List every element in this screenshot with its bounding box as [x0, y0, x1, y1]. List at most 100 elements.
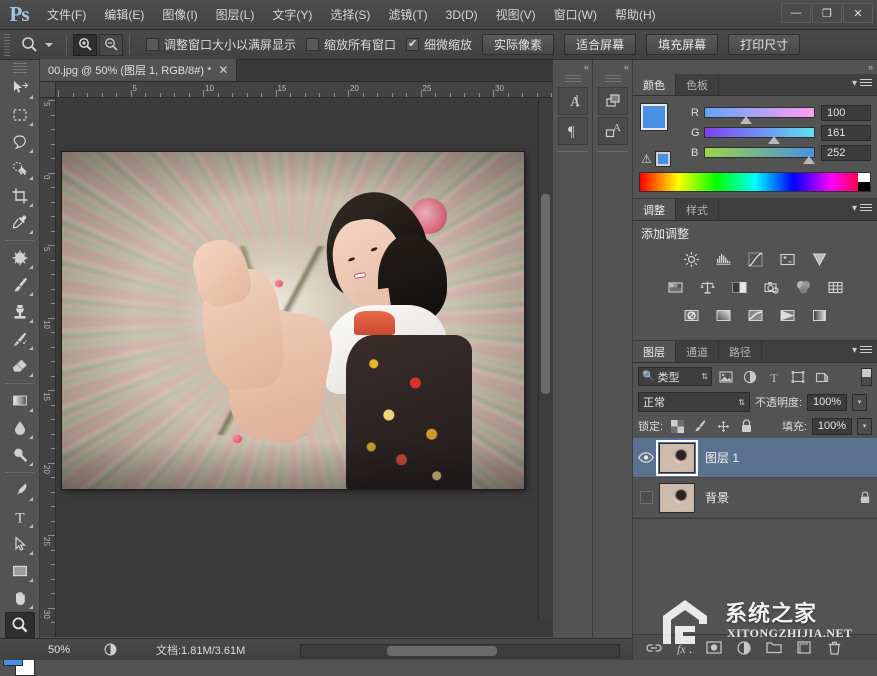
threshold-adjustment[interactable]: [742, 304, 768, 326]
layer-comps-panel-icon[interactable]: [598, 87, 628, 115]
layer-visibility-toggle[interactable]: [633, 438, 659, 478]
tool-preset-chevron-down-icon[interactable]: [45, 43, 53, 47]
menu-type[interactable]: 文字(Y): [263, 0, 321, 30]
close-icon[interactable]: ✕: [218, 63, 228, 77]
table-row[interactable]: 图层 1: [633, 438, 877, 478]
rectangle-tool[interactable]: [5, 558, 35, 584]
layers-panel-menu-icon[interactable]: ▾: [852, 345, 872, 356]
zoom-out-button[interactable]: [99, 34, 123, 56]
lock-position-icon[interactable]: [714, 417, 732, 435]
r-slider-track[interactable]: [704, 107, 815, 118]
character-dock-collapse-icon[interactable]: «: [553, 60, 592, 74]
actual-pixels-button[interactable]: 实际像素: [482, 34, 554, 55]
spot-healing-brush-tool[interactable]: [5, 245, 35, 271]
lasso-tool[interactable]: [5, 129, 35, 155]
canvas-stage[interactable]: [56, 98, 552, 637]
zoom-tool-icon[interactable]: [16, 33, 42, 57]
quick-selection-tool[interactable]: [5, 156, 35, 182]
tab-color[interactable]: 颜色: [633, 74, 676, 95]
curves-adjustment[interactable]: [742, 248, 768, 270]
tab-channels[interactable]: 通道: [676, 341, 719, 362]
preview-icon[interactable]: [102, 642, 118, 658]
ruler-corner[interactable]: [40, 82, 56, 98]
fill-screen-button[interactable]: 填充屏幕: [646, 34, 718, 55]
tab-layers[interactable]: 图层: [633, 341, 676, 362]
link-layers-icon[interactable]: [645, 639, 663, 657]
new-group-icon[interactable]: [765, 639, 783, 657]
brush-tool[interactable]: [5, 272, 35, 298]
zoom-all-windows-checkbox[interactable]: 缩放所有窗口: [306, 36, 396, 53]
canvas-horizontal-scrollbar[interactable]: [300, 644, 620, 658]
type-tool[interactable]: T: [5, 504, 35, 530]
channel-mixer-adjustment[interactable]: [790, 276, 816, 298]
zoom-tool[interactable]: [5, 612, 35, 638]
menu-filter[interactable]: 滤镜(T): [379, 0, 436, 30]
blend-mode-select[interactable]: 正常 ⇅: [638, 392, 750, 412]
eyedropper-tool[interactable]: [5, 210, 35, 236]
styles-dock-collapse-icon[interactable]: «: [593, 60, 632, 74]
fill-stepper[interactable]: ▾: [857, 418, 872, 435]
zoom-level-input[interactable]: 50%: [44, 642, 96, 658]
delete-layer-icon[interactable]: [825, 639, 843, 657]
color-lookup-adjustment[interactable]: [822, 276, 848, 298]
b-slider-thumb[interactable]: [803, 156, 815, 164]
styles-dock-grip[interactable]: [605, 75, 621, 84]
path-selection-tool[interactable]: [5, 531, 35, 557]
canvas-horizontal-scroll-thumb[interactable]: [387, 646, 497, 656]
character-panel-icon[interactable]: A: [558, 87, 588, 115]
posterize-adjustment[interactable]: [710, 304, 736, 326]
color-balance-adjustment[interactable]: [694, 276, 720, 298]
eraser-tool[interactable]: [5, 353, 35, 379]
canvas-vertical-scroll-thumb[interactable]: [541, 194, 550, 394]
character-styles-panel-icon[interactable]: A: [598, 117, 628, 145]
b-slider-track[interactable]: [704, 147, 815, 158]
menu-select[interactable]: 选择(S): [321, 0, 379, 30]
move-tool[interactable]: [5, 75, 35, 101]
scrubby-zoom-checkbox[interactable]: 细微缩放: [406, 36, 472, 53]
new-layer-icon[interactable]: [795, 639, 813, 657]
menu-window[interactable]: 窗口(W): [545, 0, 606, 30]
r-slider-thumb[interactable]: [740, 116, 752, 124]
filter-type-layers-icon[interactable]: T: [764, 367, 784, 386]
color-panel-menu-icon[interactable]: ▾: [852, 78, 872, 89]
zoom-in-button[interactable]: [73, 34, 97, 56]
lock-all-icon[interactable]: [737, 417, 755, 435]
menu-layer[interactable]: 图层(L): [207, 0, 264, 30]
canvas-vertical-scrollbar[interactable]: [538, 98, 552, 621]
r-value-input[interactable]: 100: [821, 105, 871, 121]
g-slider-thumb[interactable]: [768, 136, 780, 144]
tab-styles[interactable]: 样式: [676, 199, 719, 220]
options-bar-grip[interactable]: [4, 34, 10, 56]
vertical-ruler[interactable]: 5051015202530: [40, 98, 56, 637]
toolbox-grip[interactable]: [13, 63, 27, 73]
hue-saturation-adjustment[interactable]: [662, 276, 688, 298]
photo-filter-adjustment[interactable]: [758, 276, 784, 298]
paragraph-panel-icon[interactable]: ¶: [558, 117, 588, 145]
pen-tool[interactable]: [5, 477, 35, 503]
color-panel-foreground-swatch[interactable]: [641, 104, 667, 130]
character-dock-grip[interactable]: [565, 75, 581, 84]
filter-smart-objects-icon[interactable]: [812, 367, 832, 386]
opacity-stepper[interactable]: ▾: [852, 394, 867, 411]
brightness-contrast-adjustment[interactable]: [678, 248, 704, 270]
minimize-button[interactable]: —: [781, 3, 811, 23]
print-size-button[interactable]: 打印尺寸: [728, 34, 800, 55]
clone-stamp-tool[interactable]: [5, 299, 35, 325]
selective-color-adjustment[interactable]: [806, 304, 832, 326]
maximize-button[interactable]: ❐: [812, 3, 842, 23]
filter-shape-layers-icon[interactable]: [788, 367, 808, 386]
crop-tool[interactable]: [5, 183, 35, 209]
layer-thumbnail[interactable]: [659, 483, 695, 513]
gradient-map-adjustment[interactable]: [774, 304, 800, 326]
color-spectrum-ramp[interactable]: [639, 172, 871, 192]
document-tab[interactable]: 00.jpg @ 50% (图层 1, RGB/8#) * ✕: [40, 59, 237, 81]
filter-pixel-layers-icon[interactable]: [716, 367, 736, 386]
horizontal-ruler[interactable]: 51015202530: [40, 82, 552, 98]
dodge-tool[interactable]: [5, 442, 35, 468]
tab-adjustments[interactable]: 调整: [633, 199, 676, 220]
new-fill-adjustment-icon[interactable]: [735, 639, 753, 657]
close-button[interactable]: ✕: [843, 3, 873, 23]
menu-help[interactable]: 帮助(H): [606, 0, 665, 30]
image-canvas[interactable]: [62, 152, 524, 489]
layer-thumbnail[interactable]: [659, 443, 695, 473]
